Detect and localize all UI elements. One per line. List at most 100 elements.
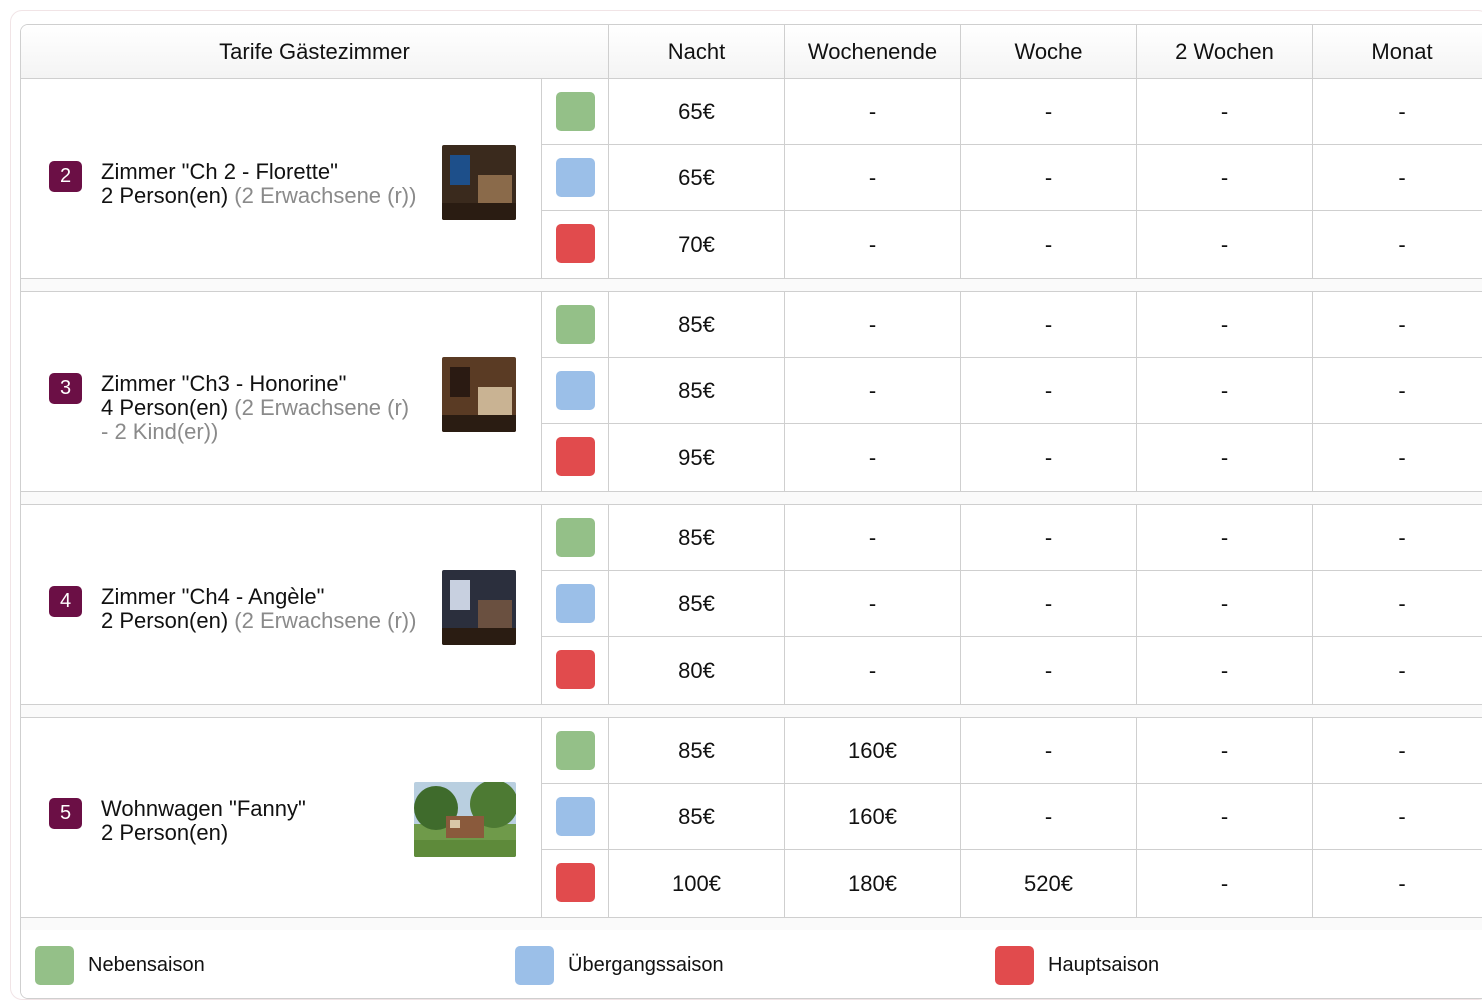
price-cell-monat: - — [1398, 164, 1406, 190]
season-cell — [542, 571, 609, 637]
price-cell-2-wochen: - — [1137, 850, 1313, 918]
room-name[interactable]: Zimmer "Ch 2 - Florette" — [101, 160, 421, 184]
price-cell-monat: - — [1398, 737, 1406, 763]
room-block-4: 4 Zimmer "Ch4 - Angèle" 2 Person(en) (2 Er… — [21, 505, 1482, 705]
season-swatch-blue — [556, 371, 595, 410]
price-cell-monat: - — [1398, 445, 1406, 470]
season-swatch-green — [556, 518, 595, 557]
season-swatch-blue — [515, 946, 554, 985]
table-row: 85€ - - - - — [609, 571, 1482, 637]
room-capacity: 4 Person(en) — [101, 395, 229, 420]
season-swatch-red — [995, 946, 1034, 985]
price-cell-wochenende: 180€ — [785, 850, 961, 918]
legend-label: Übergangssaison — [568, 954, 724, 976]
price-cell-monat: - — [1398, 590, 1406, 616]
room-capacity: 2 Person(en) — [101, 820, 229, 845]
season-swatch-red — [556, 437, 595, 476]
price-cell-2-wochen: - — [1137, 424, 1313, 492]
table-row: 85€ 160€ - - - — [609, 718, 1482, 784]
price-cell-woche: - — [961, 358, 1137, 423]
season-column — [542, 505, 609, 705]
price-cell-woche: - — [961, 145, 1137, 210]
season-column — [542, 718, 609, 918]
season-column — [542, 79, 609, 279]
legend-item-hauptsaison: Hauptsaison — [995, 946, 1159, 985]
price-cell-woche: - — [961, 637, 1137, 705]
table-row: 85€ - - - - — [609, 358, 1482, 424]
price-cell-wochenende: - — [785, 571, 961, 636]
price-cell-monat: - — [1398, 658, 1406, 683]
price-cell-nacht: 65€ — [609, 145, 785, 210]
season-cell — [542, 292, 609, 358]
season-cell — [542, 718, 609, 784]
col-header-nacht: Nacht — [609, 25, 785, 79]
season-cell — [542, 145, 609, 211]
price-cell-2-wochen: - — [1137, 145, 1313, 210]
price-cell-woche: - — [961, 211, 1137, 279]
season-cell — [542, 424, 609, 492]
season-swatch-blue — [556, 584, 595, 623]
bedroom-photo[interactable] — [442, 357, 516, 432]
bedroom-photo[interactable] — [442, 145, 516, 220]
price-cell-woche: - — [961, 571, 1137, 636]
season-swatch-blue — [556, 797, 595, 836]
room-number-badge: 5 — [49, 798, 82, 829]
price-cell-2-wochen: - — [1137, 505, 1313, 570]
price-cell-2-wochen: - — [1137, 211, 1313, 279]
season-swatch-green — [556, 305, 595, 344]
price-cell-nacht: 85€ — [609, 292, 785, 357]
col-header-wochenende: Wochenende — [785, 25, 961, 79]
room-info: 5 Wohnwagen "Fanny" 2 Person(en) — [21, 718, 542, 918]
price-cell-monat: - — [1398, 377, 1406, 403]
price-cell-woche: - — [961, 424, 1137, 492]
room-description: Zimmer "Ch3 - Honorine" 4 Person(en) (2 E… — [101, 372, 421, 444]
room-name[interactable]: Wohnwagen "Fanny" — [101, 797, 421, 821]
room-guest-detail: (2 Erwachsene (r)) — [228, 183, 417, 208]
price-cell-nacht: 85€ — [609, 505, 785, 570]
table-row: 70€ - - - - — [609, 211, 1482, 279]
room-description: Wohnwagen "Fanny" 2 Person(en) — [101, 797, 421, 845]
price-cell-2-wochen: - — [1137, 292, 1313, 357]
price-cell-wochenende: - — [785, 424, 961, 492]
price-cell-wochenende: - — [785, 79, 961, 144]
room-block-3: 3 Zimmer "Ch3 - Honorine" 4 Person(en) (2 … — [21, 292, 1482, 492]
room-name[interactable]: Zimmer "Ch3 - Honorine" — [101, 372, 421, 396]
header-title: Tarife Gästezimmer — [21, 25, 609, 79]
price-cell-wochenende: - — [785, 358, 961, 423]
table-row: 85€ - - - - — [609, 505, 1482, 571]
price-cell-nacht: 80€ — [609, 637, 785, 705]
price-cell-nacht: 85€ — [609, 784, 785, 849]
table-row: 80€ - - - - — [609, 637, 1482, 705]
table-header: Tarife Gästezimmer Nacht Wochenende Woch… — [21, 25, 1482, 79]
legend-item-nebensaison: Nebensaison — [35, 946, 205, 985]
season-cell — [542, 784, 609, 850]
row-separator — [21, 279, 1482, 292]
price-cell-wochenende: - — [785, 211, 961, 279]
caravan-garden-photo[interactable] — [414, 782, 516, 857]
room-description: Zimmer "Ch 2 - Florette" 2 Person(en) (2 … — [101, 160, 421, 208]
price-cell-2-wochen: - — [1137, 784, 1313, 849]
price-cell-monat: - — [1398, 98, 1406, 124]
price-cell-2-wochen: - — [1137, 718, 1313, 783]
price-cell-2-wochen: - — [1137, 358, 1313, 423]
row-separator — [21, 492, 1482, 505]
legend-item-uebergangssaison: Übergangssaison — [515, 946, 724, 985]
room-number-badge: 3 — [49, 373, 82, 404]
season-column — [542, 292, 609, 492]
price-cell-wochenende: - — [785, 505, 961, 570]
price-cell-woche: 520€ — [961, 850, 1137, 918]
season-swatch-red — [556, 224, 595, 263]
price-cell-woche: - — [961, 718, 1137, 783]
bedroom-photo[interactable] — [442, 570, 516, 645]
col-header-2-wochen: 2 Wochen — [1137, 25, 1313, 79]
room-name[interactable]: Zimmer "Ch4 - Angèle" — [101, 585, 421, 609]
room-info: 3 Zimmer "Ch3 - Honorine" 4 Person(en) (2 … — [21, 292, 542, 492]
price-cell-woche: - — [961, 784, 1137, 849]
price-cell-2-wochen: - — [1137, 637, 1313, 705]
price-cell-wochenende: 160€ — [785, 784, 961, 849]
room-number-badge: 2 — [49, 161, 82, 192]
table-row: 65€ - - - - — [609, 145, 1482, 211]
col-header-woche: Woche — [961, 25, 1137, 79]
season-swatch-red — [556, 650, 595, 689]
season-swatch-blue — [556, 158, 595, 197]
